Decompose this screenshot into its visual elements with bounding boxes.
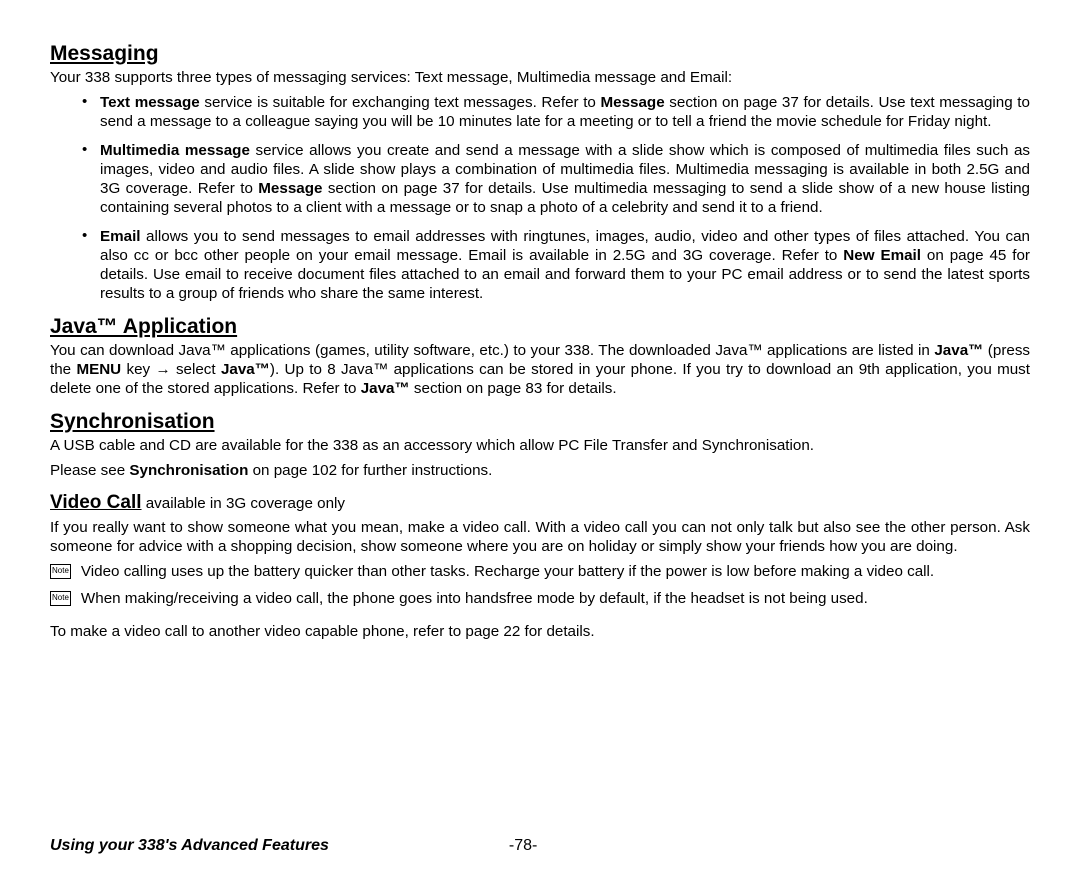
java-paragraph: You can download Java™ applications (gam… (50, 341, 1030, 398)
sync-text: on page 102 for further instructions. (248, 462, 492, 479)
java-bold: Java™ (221, 361, 270, 378)
heading-video-sub: available in 3G coverage only (142, 495, 345, 512)
java-text: section on page 83 for details. (410, 380, 617, 397)
bullet-inline-bold: New Email (843, 247, 921, 264)
bullet-inline-bold: Message (258, 180, 322, 197)
java-text: select (171, 361, 221, 378)
note-icon-label: Note (52, 567, 69, 575)
note-icon-label: Note (52, 594, 69, 602)
footer-page-number: -78- (509, 837, 537, 855)
video-p2: To make a video call to another video ca… (50, 622, 1030, 641)
video-p1: If you really want to show someone what … (50, 518, 1030, 556)
bullet-lead-bold: Multimedia message (100, 142, 250, 159)
bullet-lead-bold: Email (100, 228, 141, 245)
document-page: Messaging Your 338 supports three types … (0, 0, 1080, 883)
arrow-icon: → (155, 361, 170, 378)
heading-java: Java™ Application (50, 315, 1030, 339)
note-icon: Note (50, 564, 71, 579)
java-bold: Java™ (361, 380, 410, 397)
note-row-2: Note When making/receiving a video call,… (50, 589, 1030, 608)
java-text: key (121, 361, 155, 378)
java-bold: MENU (76, 361, 121, 378)
sync-bold: Synchronisation (129, 462, 248, 479)
messaging-intro: Your 338 supports three types of messagi… (50, 68, 1030, 87)
bullet-text: service is suitable for exchanging text … (200, 94, 601, 111)
footer-title: Using your 338's Advanced Features (50, 837, 329, 855)
bullet-lead-bold: Text message (100, 94, 200, 111)
bullet-text-message: Text message service is suitable for exc… (82, 93, 1030, 131)
java-text: You can download Java™ applications (gam… (50, 342, 934, 359)
bullet-inline-bold: Message (600, 94, 664, 111)
note-icon: Note (50, 591, 71, 606)
messaging-bullets: Text message service is suitable for exc… (82, 93, 1030, 303)
note-row-1: Note Video calling uses up the battery q… (50, 562, 1030, 581)
page-footer: Using your 338's Advanced Features -78- (50, 837, 1030, 855)
sync-p2: Please see Synchronisation on page 102 f… (50, 461, 1030, 480)
sync-p1: A USB cable and CD are available for the… (50, 436, 1030, 455)
heading-sync: Synchronisation (50, 410, 1030, 434)
heading-video: Video Call (50, 492, 142, 513)
heading-video-row: Video Call available in 3G coverage only (50, 492, 1030, 514)
note-text-2: When making/receiving a video call, the … (81, 589, 1030, 608)
note-text-1: Video calling uses up the battery quicke… (81, 562, 1030, 581)
java-bold: Java™ (934, 342, 983, 359)
sync-text: Please see (50, 462, 129, 479)
bullet-multimedia-message: Multimedia message service allows you cr… (82, 141, 1030, 217)
bullet-email: Email allows you to send messages to ema… (82, 227, 1030, 303)
heading-messaging: Messaging (50, 42, 1030, 66)
